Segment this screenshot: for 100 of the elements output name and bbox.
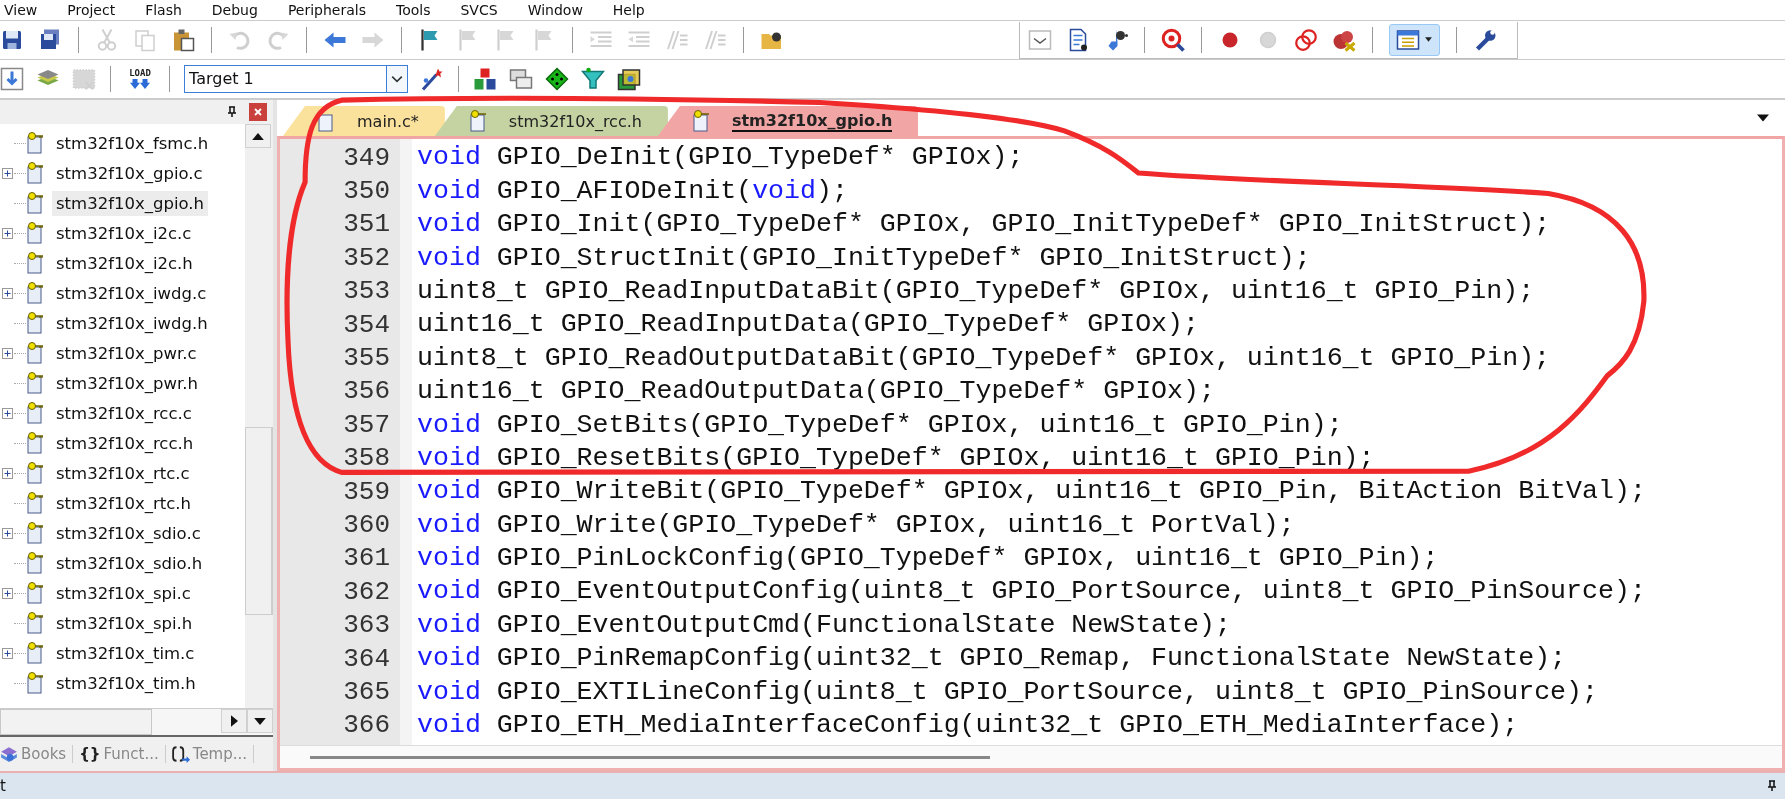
- dropdown-icon[interactable]: [1757, 114, 1769, 122]
- line-number: 365: [342, 676, 391, 707]
- file-item[interactable]: stm32f10x_iwdg.h: [52, 310, 212, 336]
- expand-icon[interactable]: [1, 587, 13, 599]
- file-key-icon: [26, 132, 44, 154]
- file-item[interactable]: stm32f10x_pwr.h: [52, 370, 202, 396]
- expand-icon[interactable]: [1, 647, 13, 659]
- file-key-icon: [26, 492, 44, 514]
- file-item[interactable]: stm32f10x_i2c.h: [52, 250, 197, 276]
- file-item[interactable]: stm32f10x_sdio.c: [52, 520, 205, 546]
- scrollbar-thumb[interactable]: [0, 709, 152, 735]
- file-tab[interactable]: main.c*: [283, 106, 445, 136]
- file-key-icon: [26, 372, 44, 394]
- line-number: 350: [342, 176, 391, 207]
- up-arrow-icon: [252, 132, 264, 140]
- expand-icon[interactable]: [1, 167, 13, 179]
- caret-icon: [1424, 35, 1433, 44]
- file-item[interactable]: stm32f10x_spi.c: [52, 580, 195, 606]
- menu-item[interactable]: Debug: [211, 0, 258, 20]
- magnifier-icon[interactable]: [1161, 27, 1185, 52]
- file-item[interactable]: stm32f10x_spi.h: [52, 610, 197, 636]
- file-key-icon: [26, 612, 44, 634]
- expand-icon[interactable]: [1, 347, 13, 359]
- clipboard-icon[interactable]: [171, 28, 195, 52]
- pin-icon[interactable]: [1767, 780, 1777, 792]
- load-button[interactable]: LOAD: [125, 68, 155, 90]
- file-item[interactable]: stm32f10x_rtc.h: [52, 490, 195, 516]
- template-icon: [171, 745, 190, 763]
- stack-icon[interactable]: [617, 67, 641, 91]
- blocks-icon[interactable]: [473, 67, 497, 91]
- scrollbar[interactable]: [310, 755, 990, 759]
- menu-item[interactable]: Tools: [396, 0, 431, 20]
- code-line: void GPIO_WriteBit(GPIO_TypeDef* GPIOx, uint16_t GPIO_Pin, BitAction BitVal);: [417, 478, 1646, 505]
- menu-item[interactable]: View: [4, 0, 38, 20]
- file-item[interactable]: stm32f10x_tim.h: [52, 670, 200, 696]
- file-item[interactable]: stm32f10x_iwdg.c: [52, 280, 211, 306]
- expand-icon[interactable]: [1, 287, 13, 299]
- file-key-icon: [26, 342, 44, 364]
- wand-icon[interactable]: [420, 67, 444, 91]
- file-item[interactable]: stm32f10x_pwr.c: [52, 340, 201, 366]
- line-number: 361: [342, 543, 391, 574]
- code-line: uint16_t GPIO_ReadOutputData(GPIO_TypeDef* GPIOx);: [417, 378, 1215, 405]
- scroll-button[interactable]: [221, 709, 247, 733]
- scrollbar-thumb[interactable]: [245, 427, 273, 615]
- code-line: void GPIO_SetBits(GPIO_TypeDef* GPIOx, uint16_t GPIO_Pin);: [417, 411, 1343, 439]
- code-line: void GPIO_EventOutputConfig(uint8_t GPIO_PortSource, uint8_t GPIO_PinSource);: [417, 578, 1646, 606]
- menu-item[interactable]: Window: [527, 0, 583, 20]
- menu-item[interactable]: Help: [612, 0, 645, 20]
- menu-item[interactable]: SVCS: [460, 0, 498, 20]
- right-arrow-icon: [230, 715, 238, 727]
- close-button[interactable]: [249, 103, 267, 121]
- file-tab[interactable]: stm32f10x_rcc.h: [434, 106, 668, 136]
- window-button[interactable]: [1389, 23, 1440, 56]
- expand-icon[interactable]: [1, 407, 13, 419]
- books-icon: [0, 745, 18, 763]
- download-icon[interactable]: [0, 67, 24, 91]
- circles-icon[interactable]: [1294, 27, 1318, 52]
- scrollbar[interactable]: [245, 124, 273, 708]
- scroll-button[interactable]: [247, 709, 273, 733]
- scrollbar[interactable]: [0, 708, 273, 735]
- floppy-disks-icon[interactable]: [38, 28, 62, 52]
- caret-icon[interactable]: [1028, 27, 1052, 52]
- line-number: 354: [342, 309, 391, 340]
- panel-tab[interactable]: {} Funct...: [79, 745, 166, 763]
- menu-item[interactable]: Flash: [145, 0, 182, 20]
- file-item[interactable]: stm32f10x_i2c.c: [52, 220, 196, 246]
- expand-icon[interactable]: [1, 527, 13, 539]
- scroll-button[interactable]: [245, 124, 271, 148]
- file-item[interactable]: stm32f10x_rtc.c: [52, 460, 194, 486]
- diamond-icon[interactable]: [545, 67, 569, 91]
- file-item[interactable]: stm32f10x_fsmc.h: [52, 130, 213, 156]
- file-tab[interactable]: stm32f10x_gpio.h: [657, 106, 919, 136]
- code-line: void GPIO_Write(GPIO_TypeDef* GPIOx, uint16_t PortVal);: [417, 511, 1295, 539]
- wrench-icon[interactable]: [1473, 27, 1497, 52]
- menu-item[interactable]: Project: [67, 0, 116, 20]
- file-key-icon: [26, 642, 44, 664]
- line-number: 356: [342, 376, 391, 407]
- funnel-icon[interactable]: [581, 67, 605, 91]
- file-item[interactable]: stm32f10x_rcc.c: [52, 400, 196, 426]
- pin-icon[interactable]: [227, 106, 237, 118]
- code-line: void GPIO_PinLockConfig(GPIO_TypeDef* GPIOx, uint16_t GPIO_Pin);: [417, 545, 1439, 572]
- code-line: void GPIO_EventOutputCmd(FunctionalState NewState);: [417, 611, 1231, 639]
- windows-icon[interactable]: [509, 67, 533, 91]
- file-key-icon: [468, 110, 487, 132]
- menu-item[interactable]: Peripherals: [287, 0, 366, 20]
- code-line: void GPIO_ResetBits(GPIO_TypeDef* GPIOx, uint16_t GPIO_Pin);: [417, 444, 1375, 472]
- expand-icon[interactable]: [1, 227, 13, 239]
- file-item[interactable]: stm32f10x_gpio.h: [52, 190, 208, 216]
- file-item[interactable]: stm32f10x_sdio.h: [52, 550, 207, 576]
- file-key-icon: [26, 312, 44, 334]
- file-key-icon: [26, 582, 44, 604]
- file-key-icon: [26, 192, 44, 214]
- file-item[interactable]: stm32f10x_tim.c: [52, 640, 199, 666]
- file-key-icon: [691, 110, 710, 132]
- line-number: 363: [342, 610, 391, 641]
- file-item[interactable]: stm32f10x_gpio.c: [52, 160, 207, 186]
- expand-icon[interactable]: [1, 467, 13, 479]
- file-item[interactable]: stm32f10x_rcc.h: [52, 430, 198, 456]
- target-dropdown[interactable]: Target 1: [184, 65, 408, 93]
- code-line: uint8_t GPIO_ReadOutputDataBit(GPIO_TypeDef* GPIOx, uint16_t GPIO_Pin);: [417, 344, 1551, 372]
